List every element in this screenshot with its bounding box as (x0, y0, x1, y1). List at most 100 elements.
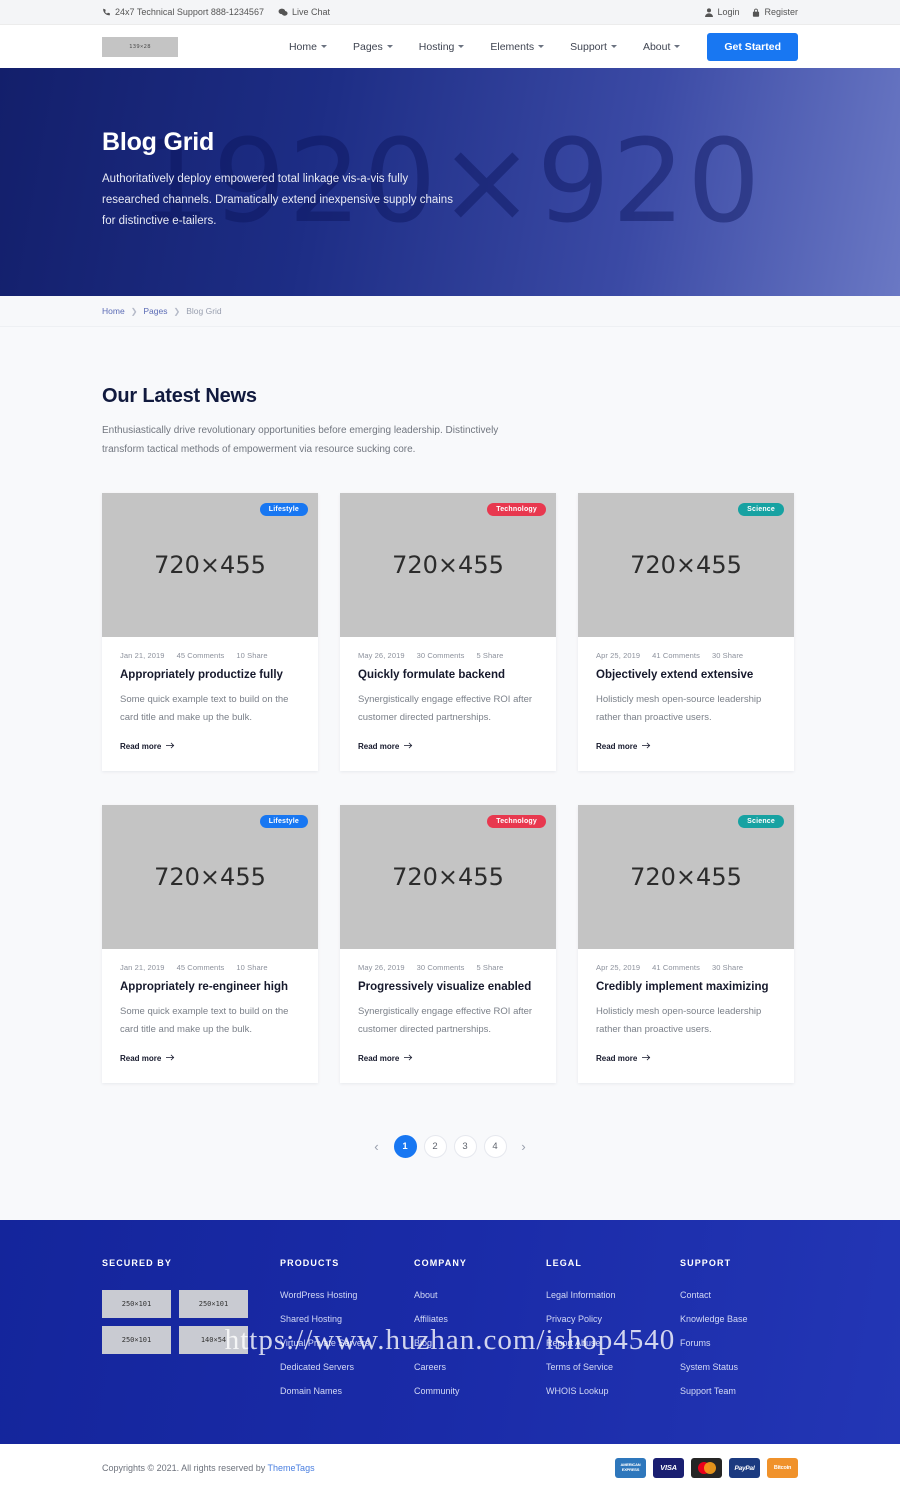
support-phone-link[interactable]: 24x7 Technical Support 888-1234567 (102, 7, 264, 17)
site-footer: SECURED BY 250×101 250×101 250×101 140×5… (0, 1220, 900, 1445)
footer-link[interactable]: Careers (414, 1362, 546, 1372)
nav-label: About (642, 40, 671, 53)
nav-item-home[interactable]: Home (276, 41, 340, 53)
read-more-link[interactable]: Read more (358, 1054, 538, 1063)
read-more-link[interactable]: Read more (596, 1054, 776, 1063)
blog-card[interactable]: 720×455 Technology May 26, 2019 30 Comme… (340, 493, 556, 772)
footer-link[interactable]: Domain Names (280, 1386, 414, 1396)
arrow-right-icon (404, 1054, 413, 1063)
category-badge[interactable]: Lifestyle (259, 815, 308, 829)
pagination-page-4[interactable]: 4 (483, 1135, 507, 1159)
card-comments: 41 Comments (652, 963, 700, 973)
top-bar-right: Login Register (705, 7, 798, 17)
card-meta: May 26, 2019 30 Comments 5 Share (358, 651, 538, 660)
footer-link[interactable]: Report Abuse (546, 1338, 680, 1348)
footer-link[interactable]: Forums (680, 1338, 748, 1348)
blog-card[interactable]: 720×455 Lifestyle Jan 21, 2019 45 Commen… (102, 805, 318, 1084)
pagination-prev-icon[interactable]: ‹ (367, 1137, 387, 1157)
arrow-right-icon (166, 1054, 175, 1063)
pagination-page-1[interactable]: 1 (393, 1135, 417, 1159)
footer-link[interactable]: Contact (680, 1290, 748, 1300)
read-more-link[interactable]: Read more (120, 1054, 300, 1063)
card-shares: 30 Share (711, 963, 744, 973)
pagination-page-3[interactable]: 3 (453, 1135, 477, 1159)
footer-heading: SUPPORT (680, 1258, 732, 1269)
card-thumbnail[interactable]: 720×455 Lifestyle (102, 493, 318, 637)
card-title[interactable]: Quickly formulate backend (358, 668, 538, 683)
read-more-label: Read more (120, 1054, 162, 1064)
nav-item-elements[interactable]: Elements (477, 41, 557, 53)
thumbnail-placeholder-text: 720×455 (630, 551, 742, 579)
blog-card[interactable]: 720×455 Science Apr 25, 2019 41 Comments… (578, 493, 794, 772)
security-badges: 250×101 250×101 250×101 140×54 (102, 1290, 270, 1355)
register-link[interactable]: Register (752, 7, 798, 17)
pagination-page-2[interactable]: 2 (423, 1135, 447, 1159)
nav-item-pages[interactable]: Pages (340, 41, 406, 53)
login-link[interactable]: Login (705, 7, 739, 17)
breadcrumb-home[interactable]: Home (102, 306, 125, 316)
footer-link[interactable]: WordPress Hosting (280, 1290, 414, 1300)
footer-link[interactable]: Shared Hosting (280, 1314, 414, 1324)
nav-label: Support (570, 40, 607, 53)
footer-link[interactable]: Affiliates (414, 1314, 546, 1324)
copyright-text: Copyrights © 2021. All rights reserved b… (102, 1463, 315, 1473)
footer-link[interactable]: About (414, 1290, 546, 1300)
card-title[interactable]: Appropriately productize fully (120, 668, 300, 683)
pagination-next-icon[interactable]: › (514, 1137, 534, 1157)
blog-card[interactable]: 720×455 Lifestyle Jan 21, 2019 45 Commen… (102, 493, 318, 772)
card-thumbnail[interactable]: 720×455 Technology (340, 805, 556, 950)
footer-link[interactable]: Support Team (680, 1386, 748, 1396)
footer-link[interactable]: System Status (680, 1362, 748, 1372)
category-badge[interactable]: Science (738, 815, 784, 829)
arrow-right-icon (404, 742, 413, 751)
site-logo[interactable]: 139×28 (102, 36, 178, 57)
blog-grid: 720×455 Lifestyle Jan 21, 2019 45 Commen… (102, 493, 798, 1084)
footer-link[interactable]: Knowledge Base (680, 1314, 748, 1324)
footer-link[interactable]: Community (414, 1386, 546, 1396)
footer-link[interactable]: WHOIS Lookup (546, 1386, 680, 1396)
card-shares: 5 Share (476, 963, 504, 973)
get-started-button[interactable]: Get Started (707, 32, 798, 61)
card-excerpt: Some quick example text to build on the … (120, 1006, 289, 1035)
category-badge[interactable]: Technology (487, 503, 546, 516)
card-date: Jan 21, 2019 (120, 651, 165, 660)
breadcrumb-pages[interactable]: Pages (143, 306, 167, 316)
card-excerpt: Synergistically engage effective ROI aft… (358, 693, 533, 723)
category-badge[interactable]: Technology (487, 815, 546, 829)
live-chat-link[interactable]: Live Chat (278, 7, 330, 17)
read-more-link[interactable]: Read more (120, 742, 300, 751)
section-title: Our Latest News (102, 385, 257, 407)
card-comments: 41 Comments (652, 651, 700, 660)
nav-item-about[interactable]: About (630, 41, 693, 53)
category-badge[interactable]: Science (738, 503, 784, 516)
card-title[interactable]: Credibly implement maximizing (596, 980, 776, 995)
nav-label: Home (288, 40, 317, 53)
footer-link[interactable]: Terms of Service (546, 1362, 680, 1372)
main-navigation: Home Pages Hosting Elements Support Abou… (276, 32, 798, 61)
footer-link[interactable]: Legal Information (546, 1290, 680, 1300)
card-thumbnail[interactable]: 720×455 Lifestyle (102, 805, 318, 950)
read-more-link[interactable]: Read more (596, 742, 776, 751)
support-phone-text: 24x7 Technical Support 888-1234567 (115, 7, 264, 17)
copyright-brand-link[interactable]: ThemeTags (268, 1463, 315, 1473)
blog-card[interactable]: 720×455 Technology May 26, 2019 30 Comme… (340, 805, 556, 1084)
read-more-link[interactable]: Read more (358, 742, 538, 751)
card-meta: Apr 25, 2019 41 Comments 30 Share (596, 651, 776, 660)
card-title[interactable]: Progressively visualize enabled (358, 980, 538, 995)
footer-link[interactable]: Privacy Policy (546, 1314, 680, 1324)
nav-item-hosting[interactable]: Hosting (406, 41, 478, 53)
nav-item-support[interactable]: Support (557, 41, 630, 53)
read-more-label: Read more (358, 742, 400, 752)
category-badge[interactable]: Lifestyle (259, 503, 308, 516)
card-title[interactable]: Objectively extend extensive (596, 668, 776, 683)
card-meta: Jan 21, 2019 45 Comments 10 Share (120, 963, 300, 972)
footer-link[interactable]: Dedicated Servers (280, 1362, 414, 1372)
card-thumbnail[interactable]: 720×455 Technology (340, 493, 556, 637)
footer-link[interactable]: Virtual Private Servers (280, 1338, 414, 1348)
card-thumbnail[interactable]: 720×455 Science (578, 493, 794, 637)
footer-link[interactable]: Blog (414, 1338, 546, 1348)
blog-card[interactable]: 720×455 Science Apr 25, 2019 41 Comments… (578, 805, 794, 1084)
thumbnail-placeholder-text: 720×455 (154, 551, 266, 579)
card-title[interactable]: Appropriately re-engineer high (120, 980, 300, 995)
card-thumbnail[interactable]: 720×455 Science (578, 805, 794, 950)
